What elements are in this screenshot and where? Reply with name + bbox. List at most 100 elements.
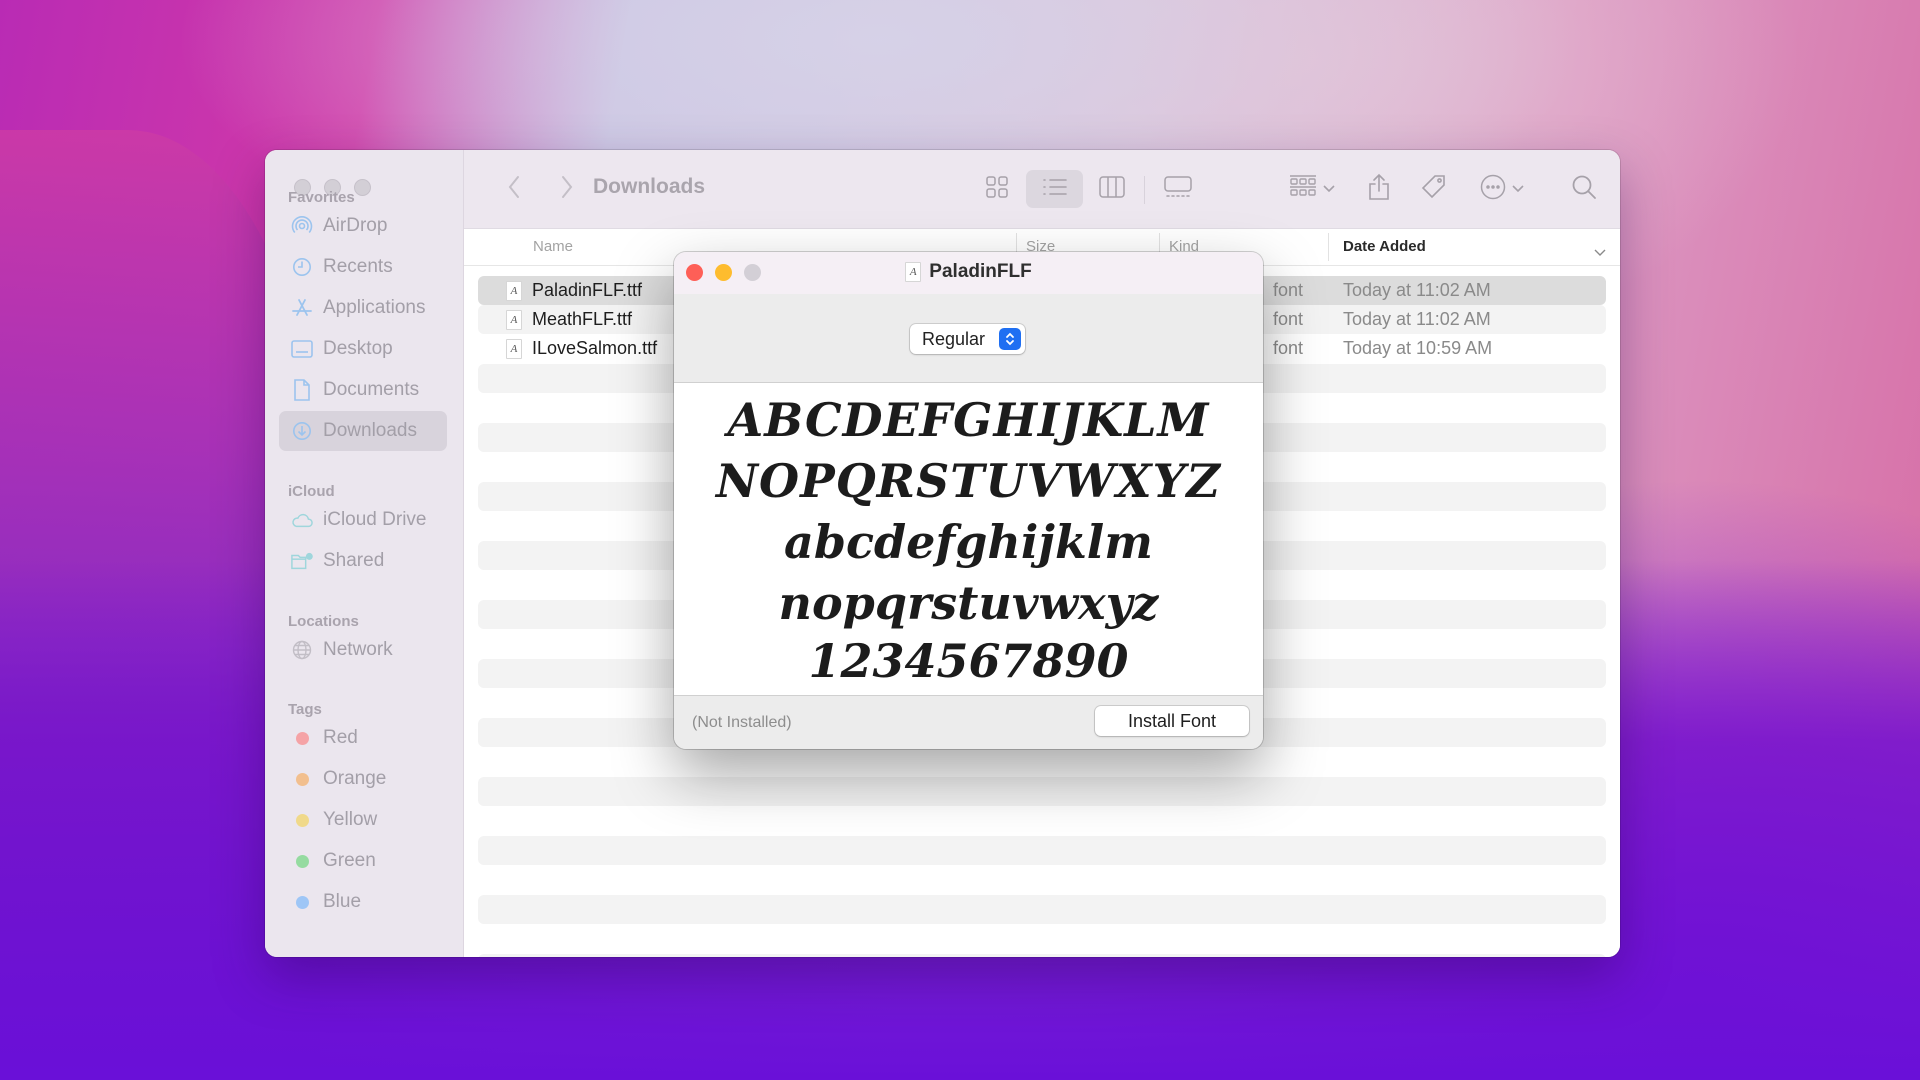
font-preview-dialog: A PaladinFLF Regular ABCDEFGHIJKLM NOPQR…: [674, 252, 1263, 749]
window-title: Downloads: [593, 175, 706, 198]
font-file-icon: A: [506, 281, 522, 301]
sidebar-item-label: Yellow: [323, 809, 378, 830]
tag-yellow-dot-icon: [295, 813, 309, 827]
toolbar-divider: [1144, 176, 1145, 204]
sidebar-item-label: iCloud Drive: [323, 509, 427, 530]
applications-icon: [291, 297, 313, 319]
dialog-titlebar: A PaladinFLF: [674, 252, 1263, 295]
sidebar-item-airdrop[interactable]: AirDrop: [279, 206, 447, 246]
list-icon: [1042, 177, 1068, 202]
sidebar-section-tags: Tags: [288, 701, 322, 718]
sidebar-item-label: Red: [323, 727, 358, 748]
sidebar-item-label: Recents: [323, 256, 393, 277]
sidebar-item-applications[interactable]: Applications: [279, 288, 447, 328]
style-bar: Regular: [674, 294, 1263, 383]
cloud-icon: [291, 509, 313, 531]
list-view-button[interactable]: [1026, 170, 1083, 208]
back-button[interactable]: [499, 172, 529, 206]
preview-line-numbers: 1234567890: [808, 634, 1129, 688]
dialog-title: PaladinFLF: [929, 261, 1032, 282]
sidebar-item-recents[interactable]: Recents: [279, 247, 447, 287]
up-down-chevron-icon: [999, 328, 1021, 350]
chevron-left-icon: [507, 175, 521, 204]
airdrop-icon: [291, 215, 313, 237]
sidebar-item-label: Orange: [323, 768, 387, 789]
forward-button[interactable]: [552, 172, 582, 206]
column-view-button[interactable]: [1089, 170, 1135, 208]
sidebar-item-network[interactable]: Network: [279, 630, 447, 670]
sidebar-item-label: Documents: [323, 379, 420, 400]
download-icon: [291, 420, 313, 442]
sidebar-item-shared[interactable]: Shared: [279, 541, 447, 581]
search-button[interactable]: [1564, 170, 1604, 208]
sidebar-item-label: Downloads: [323, 420, 417, 441]
share-icon: [1368, 173, 1390, 206]
share-button[interactable]: [1359, 170, 1399, 208]
file-kind: font: [1273, 280, 1304, 300]
search-icon: [1571, 174, 1597, 205]
chevron-down-icon: [1323, 180, 1335, 198]
sidebar-item-label: Applications: [323, 297, 426, 318]
chevron-right-icon: [560, 175, 574, 204]
tag-green-dot-icon: [295, 854, 309, 868]
row-stripe: [478, 954, 1606, 957]
font-file-icon: A: [506, 339, 522, 359]
file-kind: font: [1273, 309, 1304, 329]
row-stripe: [478, 895, 1606, 924]
tag-icon: [1421, 174, 1447, 205]
grid-icon: [986, 175, 1008, 203]
gallery-icon: [1164, 175, 1192, 203]
font-file-icon: A: [905, 262, 922, 282]
file-name: ILoveSalmon.ttf: [532, 338, 658, 358]
zoom-button[interactable]: [354, 179, 371, 196]
sidebar-item-label: Shared: [323, 550, 385, 571]
icon-view-button[interactable]: [974, 170, 1020, 208]
sidebar-tag-red[interactable]: Red: [279, 718, 447, 758]
column-date-added[interactable]: Date Added: [1343, 238, 1426, 255]
sidebar-item-label: Desktop: [323, 338, 393, 359]
sort-chevron-down-icon[interactable]: [1594, 244, 1606, 262]
document-icon: [291, 379, 313, 401]
column-name[interactable]: Name: [533, 238, 573, 255]
tag-button[interactable]: [1414, 170, 1454, 208]
group-by-button[interactable]: [1282, 170, 1342, 208]
install-font-button[interactable]: Install Font: [1095, 706, 1249, 736]
more-actions-button[interactable]: [1474, 170, 1530, 208]
file-date-added: Today at 10:59 AM: [1343, 338, 1493, 358]
column-divider[interactable]: [1328, 233, 1329, 261]
font-preview-area: ABCDEFGHIJKLM NOPQRSTUVWXYZ abcdefghijkl…: [674, 383, 1263, 696]
columns-icon: [1099, 175, 1125, 203]
tag-blue-dot-icon: [295, 895, 309, 909]
tag-orange-dot-icon: [295, 772, 309, 786]
sidebar-item-documents[interactable]: Documents: [279, 370, 447, 410]
sidebar-item-downloads[interactable]: Downloads: [279, 411, 447, 451]
preview-line-uppercase: ABCDEFGHIJKLM: [727, 393, 1210, 447]
sidebar-section-favorites: Favorites: [288, 189, 355, 206]
gallery-view-button[interactable]: [1154, 170, 1202, 208]
sidebar-item-label: Blue: [323, 891, 362, 912]
row-stripe: [478, 836, 1606, 865]
sidebar-item-label: Green: [323, 850, 376, 871]
file-date-added: Today at 11:02 AM: [1343, 280, 1491, 300]
sidebar-item-desktop[interactable]: Desktop: [279, 329, 447, 369]
sidebar: Favorites AirDrop Recents Applications D…: [265, 150, 464, 957]
preview-line-lowercase: nopqrstuvwxyz: [778, 576, 1159, 630]
file-name: MeathFLF.ttf: [532, 309, 633, 329]
clock-icon: [291, 256, 313, 278]
ellipsis-circle-icon: [1480, 174, 1506, 205]
sidebar-item-icloud-drive[interactable]: iCloud Drive: [279, 500, 447, 540]
sidebar-item-label: Network: [323, 639, 393, 660]
sidebar-section-icloud: iCloud: [288, 483, 335, 500]
sidebar-section-locations: Locations: [288, 613, 359, 630]
file-date-added: Today at 11:02 AM: [1343, 309, 1491, 329]
globe-icon: [291, 639, 313, 661]
sidebar-tag-blue[interactable]: Blue: [279, 882, 447, 922]
sidebar-tag-green[interactable]: Green: [279, 841, 447, 881]
file-kind: font: [1273, 338, 1304, 358]
shared-folder-icon: [291, 550, 313, 572]
sidebar-tag-yellow[interactable]: Yellow: [279, 800, 447, 840]
file-name: PaladinFLF.ttf: [532, 280, 643, 300]
font-style-popup[interactable]: Regular: [910, 324, 1025, 354]
preview-line-lowercase: abcdefghijklm: [784, 515, 1153, 569]
sidebar-tag-orange[interactable]: Orange: [279, 759, 447, 799]
